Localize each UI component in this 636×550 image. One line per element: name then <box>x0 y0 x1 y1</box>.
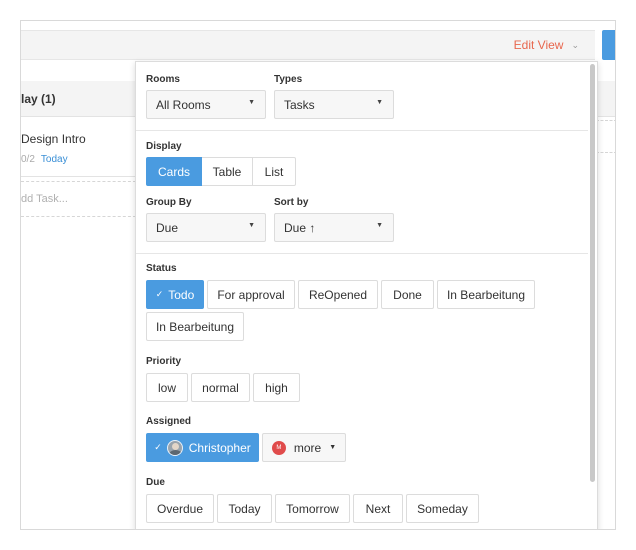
subtask-count: 0/2 <box>21 154 35 165</box>
due-someday-button[interactable]: Someday <box>406 494 479 523</box>
assignee-name: Christopher <box>188 440 251 455</box>
task-due-date[interactable]: Today <box>41 154 68 165</box>
priority-normal-button[interactable]: normal <box>191 373 250 402</box>
task-title: Design Intro <box>21 132 86 146</box>
filter-panel: Rooms Types All Rooms ▼ Tasks ▼ Display Ca… <box>135 61 598 529</box>
avatar <box>166 439 183 456</box>
display-table-button[interactable]: Table <box>202 157 253 186</box>
divider <box>596 120 615 121</box>
status-todo-label: Todo <box>168 287 195 302</box>
due-label: Due <box>146 477 165 488</box>
assignee-christopher-button[interactable]: ✓ Christopher <box>146 433 259 462</box>
status-reopened-button[interactable]: ReOpened <box>298 280 378 309</box>
caret-down-icon: ▼ <box>376 99 383 106</box>
rooms-value: All Rooms <box>156 98 211 112</box>
due-overdue-button[interactable]: Overdue <box>146 494 214 523</box>
caret-down-icon: ▼ <box>248 99 255 106</box>
due-tomorrow-button[interactable]: Tomorrow <box>275 494 350 523</box>
divider <box>21 216 136 217</box>
status-todo-button[interactable]: ✓ Todo <box>146 280 204 309</box>
primary-action-button[interactable] <box>602 30 615 60</box>
assigned-label: Assigned <box>146 416 192 427</box>
caret-down-icon: ▼ <box>248 222 255 229</box>
sort-by-select[interactable]: Due ↑ ▼ <box>274 213 394 242</box>
display-label: Display <box>146 141 182 152</box>
display-list-button[interactable]: List <box>253 157 296 186</box>
due-next-button[interactable]: Next <box>353 494 403 523</box>
priority-options: low normal high <box>146 373 303 402</box>
display-cards-button[interactable]: Cards <box>146 157 202 186</box>
status-in-bearbeitung-button[interactable]: In Bearbeitung <box>437 280 535 309</box>
edit-view-label: Edit View <box>513 38 564 52</box>
app-frame: Edit View ⌄ lay (1) Design Intro 0/2 Today… <box>20 20 616 530</box>
status-done-button[interactable]: Done <box>381 280 434 309</box>
assigned-options: ✓ Christopher Mmore ▼ <box>146 433 349 462</box>
group-by-value: Due <box>156 221 179 235</box>
due-today-button[interactable]: Today <box>217 494 272 523</box>
caret-down-icon: ▼ <box>329 444 337 451</box>
section-divider <box>136 253 588 254</box>
divider <box>21 181 136 182</box>
chevron-down-icon: ⌄ <box>571 40 579 50</box>
status-label: Status <box>146 263 177 274</box>
sort-by-label: Sort by <box>274 197 309 208</box>
task-meta: 0/2 Today <box>21 154 68 165</box>
rooms-label: Rooms <box>146 74 180 85</box>
display-toggle: Cards Table List <box>146 157 296 186</box>
types-label: Types <box>274 74 303 85</box>
checkmark-icon: ✓ <box>154 442 162 452</box>
avatar: M <box>271 440 286 455</box>
scrollbar[interactable] <box>588 62 597 529</box>
due-options: Overdue Today Tomorrow Next Someday <box>146 494 482 523</box>
assigned-more-dropdown[interactable]: Mmore ▼ <box>262 433 346 462</box>
group-by-label: Group By <box>146 197 192 208</box>
rooms-select[interactable]: All Rooms ▼ <box>146 90 266 119</box>
status-for-approval-button[interactable]: For approval <box>207 280 295 309</box>
status-options-row2: In Bearbeitung <box>146 312 247 341</box>
priority-high-button[interactable]: high <box>253 373 300 402</box>
status-options: ✓ Todo For approval ReOpened Done In Bear… <box>146 280 538 309</box>
group-by-select[interactable]: Due ▼ <box>146 213 266 242</box>
task-card[interactable]: Design Intro 0/2 Today <box>21 121 136 177</box>
scrollbar-thumb[interactable] <box>590 64 595 482</box>
more-label: more <box>293 440 322 455</box>
divider <box>596 152 615 153</box>
priority-low-button[interactable]: low <box>146 373 188 402</box>
sort-by-value: Due ↑ <box>284 221 316 235</box>
types-value: Tasks <box>284 98 315 112</box>
add-task-input[interactable]: dd Task... <box>21 193 68 205</box>
section-divider <box>136 130 588 131</box>
priority-label: Priority <box>146 356 182 367</box>
top-toolbar: Edit View ⌄ <box>21 30 595 60</box>
status-in-bearbeitung-2-button[interactable]: In Bearbeitung <box>146 312 244 341</box>
types-select[interactable]: Tasks ▼ <box>274 90 394 119</box>
edit-view-button[interactable]: Edit View ⌄ <box>514 38 579 52</box>
group-title: lay (1) <box>21 92 56 106</box>
caret-down-icon: ▼ <box>376 222 383 229</box>
checkmark-icon: ✓ <box>155 289 164 299</box>
